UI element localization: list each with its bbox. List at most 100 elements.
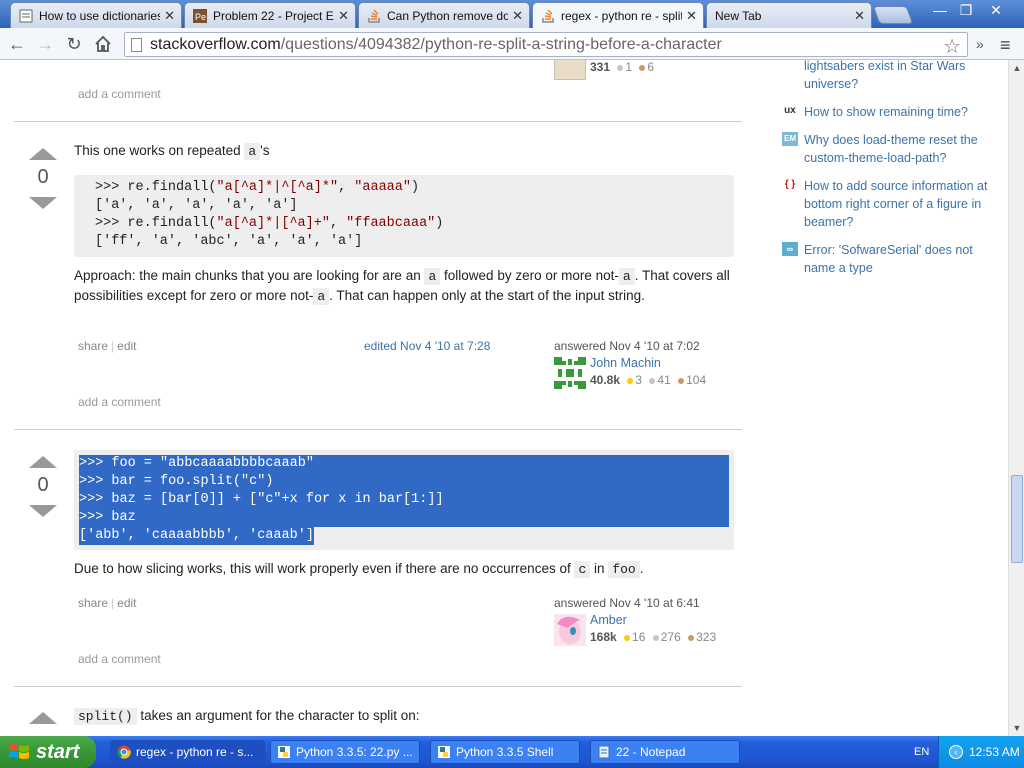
scroll-up-arrow-icon[interactable]: ▲ [1011, 62, 1023, 74]
taskbar-item-python-shell[interactable]: Python 3.3.5 Shell [430, 740, 580, 764]
vote-up-icon[interactable] [29, 456, 57, 468]
share-link[interactable]: share [78, 339, 108, 353]
post-menu: share | edit [78, 339, 137, 353]
browser-tab-strip: How to use dictionaries i ✕ Pe Problem 2… [0, 0, 1024, 29]
answered-time: answered Nov 4 '10 at 6:41 [554, 596, 700, 610]
gold-badge-icon [627, 377, 634, 384]
close-icon[interactable]: ✕ [512, 8, 523, 24]
code-block-selected: >>> foo = "abbcaaaabbbbcaaab" >>> bar = f… [74, 450, 734, 550]
vote-down-icon[interactable] [29, 197, 57, 209]
avatar[interactable] [554, 614, 586, 646]
scroll-down-arrow-icon[interactable]: ▼ [1011, 722, 1023, 734]
user-reputation: 168k 16 276 323 [590, 630, 717, 644]
tab-label: How to use dictionaries i [39, 8, 161, 23]
vote-up-icon[interactable] [29, 712, 57, 724]
tab-project-euler[interactable]: Pe Problem 22 - Project Eule ✕ [184, 2, 356, 28]
taskbar-item-label: Python 3.3.5: 22.py ... [296, 745, 413, 759]
add-comment-link[interactable]: add a comment [78, 87, 161, 101]
vote-count: 0 [37, 474, 49, 496]
close-icon[interactable]: ✕ [686, 8, 697, 24]
answered-time: answered Nov 4 '10 at 7:02 [554, 339, 700, 353]
start-button[interactable]: start [0, 736, 96, 768]
add-comment-link[interactable]: add a comment [78, 652, 161, 666]
home-icon[interactable] [92, 34, 114, 54]
tab-regex-active[interactable]: regex - python re - split ✕ [532, 2, 704, 29]
page-scrollbar[interactable]: ▲ ▼ [1008, 60, 1024, 736]
taskbar-item-notepad[interactable]: 22 - Notepad [590, 740, 740, 764]
scroll-thumb[interactable] [1011, 475, 1023, 563]
tab-python-remove[interactable]: Can Python remove doul ✕ [358, 2, 530, 28]
system-tray: ‹ 12:53 AM [938, 736, 1024, 768]
language-indicator[interactable]: EN [914, 746, 929, 758]
close-icon[interactable]: ✕ [338, 8, 349, 24]
close-icon[interactable]: ✕ [854, 8, 865, 24]
tab-new-tab[interactable]: New Tab ✕ [706, 2, 872, 28]
answer-divider [14, 429, 742, 430]
vote-box: 0 [28, 456, 58, 517]
post-menu: share | edit [78, 596, 137, 610]
page-viewport: 331 1 6 add a comment 0 This one works o… [0, 60, 1008, 736]
vote-box: 0 [28, 148, 58, 209]
tab-dictionaries[interactable]: How to use dictionaries i ✕ [10, 2, 182, 28]
vote-down-icon[interactable] [29, 505, 57, 517]
menu-icon[interactable]: ≡ [1000, 35, 1011, 56]
selected-code-line: >>> baz [79, 509, 729, 527]
hot-question[interactable]: { } How to add source information at bot… [782, 177, 992, 231]
forward-arrow-icon[interactable]: → [34, 34, 56, 54]
back-arrow-icon[interactable]: ← [6, 34, 28, 54]
new-tab-button[interactable] [872, 6, 914, 24]
maximize-button[interactable]: ❐ [954, 2, 978, 20]
taskbar-item-python-editor[interactable]: Python 3.3.5: 22.py ... [270, 740, 420, 764]
hot-question-link[interactable]: lightsabers exist in Star Wars universe? [804, 60, 994, 93]
hot-question[interactable]: ux How to show remaining time? [782, 103, 992, 123]
hot-question-link[interactable]: Why does load-theme reset the custom-the… [804, 131, 994, 167]
avatar[interactable] [554, 357, 586, 389]
user-reputation: 331 1 6 [590, 60, 655, 74]
silver-badge-icon [649, 377, 656, 384]
edited-link[interactable]: edited Nov 4 '10 at 7:28 [364, 339, 490, 353]
doc-icon [19, 9, 33, 23]
share-link[interactable]: share [78, 596, 108, 610]
close-window-button[interactable]: ✕ [984, 2, 1008, 20]
code-block: >>> re.findall("a[^a]*|^[^a]*", "aaaaa")… [74, 175, 734, 257]
bronze-badge-icon [678, 377, 685, 384]
close-icon[interactable]: ✕ [164, 8, 175, 24]
vote-up-icon[interactable] [29, 148, 57, 160]
add-comment-link[interactable]: add a comment [78, 395, 161, 409]
clock[interactable]: 12:53 AM [969, 745, 1020, 759]
avatar[interactable] [554, 60, 586, 80]
hot-question[interactable]: lightsabers exist in Star Wars universe? [782, 60, 992, 93]
user-name-link[interactable]: John Machin [590, 356, 661, 370]
inline-code: a [244, 143, 261, 160]
edit-link[interactable]: edit [117, 339, 136, 353]
user-card: answered Nov 4 '10 at 6:41 Amber 168k 16… [554, 596, 734, 652]
selected-code-line: ['abb', 'caaaabbbb', 'caaab'] [79, 527, 314, 545]
tab-label: Problem 22 - Project Eule [213, 8, 334, 23]
url-host: stackoverflow.com [150, 35, 281, 53]
taskbar-item-chrome[interactable]: regex - python re - s... [110, 740, 265, 764]
answer-body: Due to how slicing works, this will work… [74, 561, 644, 578]
taskbar-item-label: regex - python re - s... [136, 745, 254, 759]
previous-answer-usercard: 331 1 6 [554, 60, 734, 84]
bookmark-star-icon[interactable]: ☆ [943, 34, 961, 59]
taskbar-item-label: Python 3.3.5 Shell [456, 745, 554, 759]
user-card: answered Nov 4 '10 at 7:02 John Machin 4… [554, 339, 734, 395]
extensions-overflow-icon[interactable]: » [976, 36, 984, 52]
tray-expand-icon[interactable]: ‹ [949, 745, 963, 759]
hot-question[interactable]: ∞ Error: 'SofwareSerial' does not name a… [782, 241, 992, 277]
address-bar[interactable]: stackoverflow.com/questions/4094382/pyth… [124, 32, 968, 59]
windows-flag-icon [8, 742, 30, 762]
hot-question-link[interactable]: How to add source information at bottom … [804, 177, 994, 231]
bronze-badge-icon [639, 64, 646, 71]
hot-question-link[interactable]: Error: 'SofwareSerial' does not name a t… [804, 241, 994, 277]
silver-badge-icon [617, 64, 624, 71]
python-icon [277, 745, 291, 759]
hot-question-link[interactable]: How to show remaining time? [804, 103, 994, 121]
edit-link[interactable]: edit [117, 596, 136, 610]
minimize-button[interactable]: — [928, 2, 952, 20]
user-name-link[interactable]: Amber [590, 613, 627, 627]
reload-icon[interactable]: ↻ [63, 34, 85, 54]
browser-toolbar: ← → ↻ stackoverflow.com/questions/409438… [0, 28, 1024, 60]
hot-question[interactable]: EM Why does load-theme reset the custom-… [782, 131, 992, 167]
answer-body: split() takes an argument for the charac… [74, 706, 734, 726]
